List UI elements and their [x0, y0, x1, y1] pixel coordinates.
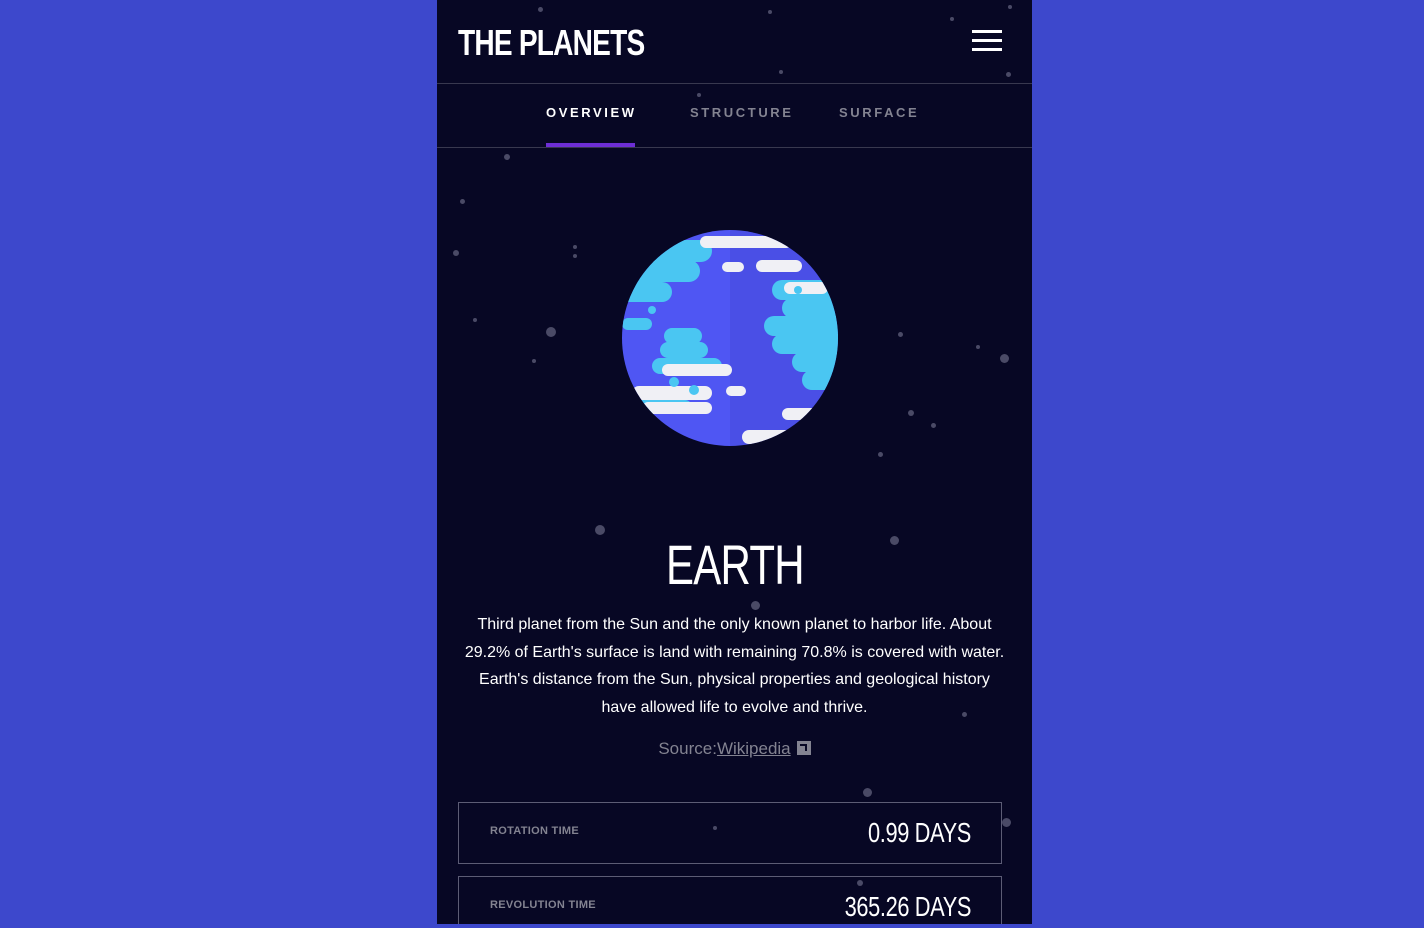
star	[1000, 354, 1009, 363]
wikipedia-link[interactable]: Wikipedia	[717, 739, 791, 758]
star	[863, 788, 872, 797]
star	[898, 332, 903, 337]
external-link-icon[interactable]	[796, 741, 811, 755]
tab-surface[interactable]: SURFACE	[839, 105, 919, 147]
star	[1002, 818, 1011, 827]
tab-label: OVERVIEW	[546, 105, 637, 120]
tab-label: SURFACE	[839, 105, 920, 120]
stat-label: ROTATION TIME	[490, 825, 580, 837]
source-prefix: Source:	[658, 739, 717, 758]
star	[878, 452, 883, 457]
star	[976, 345, 980, 349]
stat-rotation-time: ROTATION TIME 0.99 DAYS	[458, 802, 1002, 864]
hamburger-icon[interactable]	[972, 30, 1002, 52]
planet-name: EARTH	[665, 533, 805, 596]
tab-overview[interactable]: OVERVIEW	[546, 105, 637, 147]
star	[453, 250, 459, 256]
source-line: Source:Wikipedia	[437, 739, 1032, 759]
site-logo[interactable]: THE PLANETS	[458, 22, 645, 64]
stat-revolution-time: REVOLUTION TIME 365.26 DAYS	[458, 876, 1002, 924]
site-header: THE PLANETS	[437, 0, 1032, 84]
star	[573, 245, 577, 249]
star	[931, 423, 936, 428]
star	[473, 318, 477, 322]
star	[751, 601, 760, 610]
star	[532, 359, 536, 363]
star	[573, 254, 577, 258]
tab-structure[interactable]: STRUCTURE	[690, 105, 794, 147]
star	[908, 410, 914, 416]
planet-description: Third planet from the Sun and the only k…	[464, 616, 1005, 716]
tab-label: STRUCTURE	[690, 105, 794, 120]
stat-label: REVOLUTION TIME	[490, 899, 596, 911]
active-tab-indicator	[546, 143, 635, 147]
planet-view-tabs: OVERVIEW STRUCTURE SURFACE	[437, 84, 1032, 148]
stat-value: 365.26 DAYS	[844, 891, 972, 922]
earth-planet-image	[622, 230, 838, 446]
star	[504, 154, 510, 160]
app-frame: THE PLANETS OVERVIEW STRUCTURE SURFACE E…	[437, 0, 1032, 924]
star	[546, 327, 556, 337]
star	[460, 199, 465, 204]
stat-value: 0.99 DAYS	[868, 817, 971, 848]
